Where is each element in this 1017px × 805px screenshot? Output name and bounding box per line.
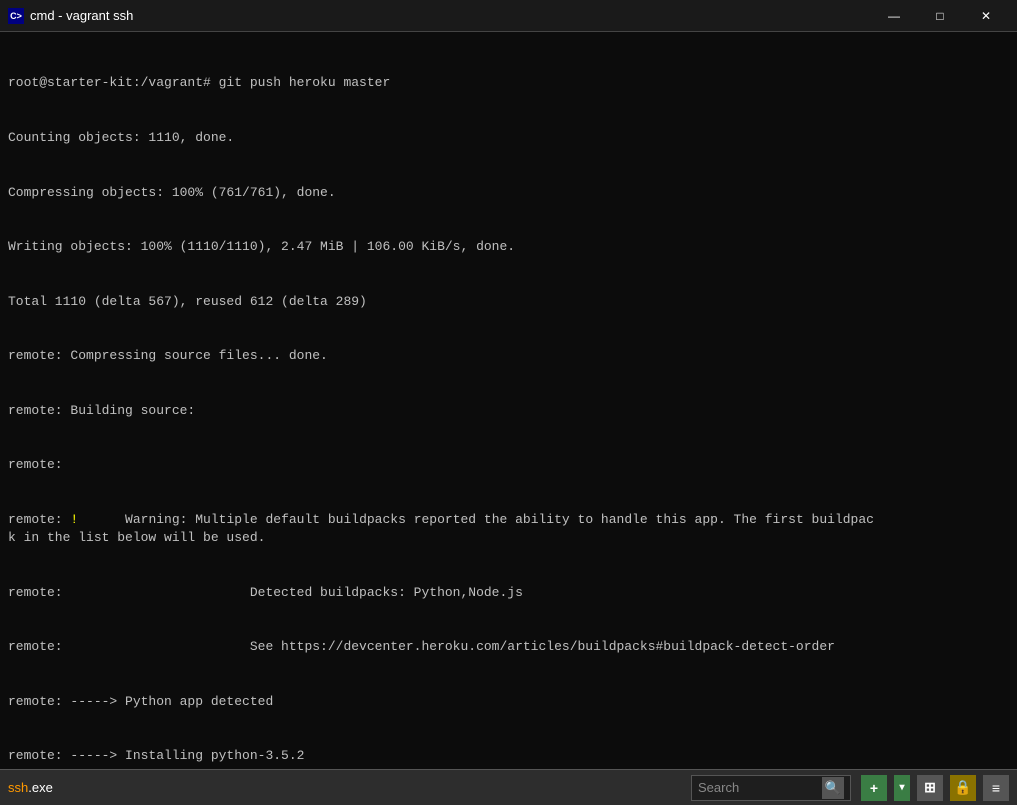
terminal-line: remote: Detected buildpacks: Python,Node… (8, 584, 1009, 602)
window-icon: C> (8, 8, 24, 24)
terminal-line: remote: Compressing source files... done… (8, 347, 1009, 365)
search-icon-button[interactable]: 🔍 (822, 777, 844, 799)
restore-button[interactable]: □ (917, 0, 963, 32)
terminal-line: Compressing objects: 100% (761/761), don… (8, 184, 1009, 202)
status-bar: ssh.exe 🔍 + ▾ ⊞ 🔒 ≡ (0, 769, 1017, 805)
window-controls: — □ ✕ (871, 0, 1009, 32)
dropdown-button[interactable]: ▾ (894, 775, 910, 801)
menu-button[interactable]: ≡ (983, 775, 1009, 801)
terminal-line: Total 1110 (delta 567), reused 612 (delt… (8, 293, 1009, 311)
search-input[interactable] (698, 780, 818, 795)
terminal-line: Counting objects: 1110, done. (8, 129, 1009, 147)
add-session-button[interactable]: + (861, 775, 887, 801)
terminal-line: Writing objects: 100% (1110/1110), 2.47 … (8, 238, 1009, 256)
terminal-line: remote: -----> Python app detected (8, 693, 1009, 711)
title-bar: C> cmd - vagrant ssh — □ ✕ (0, 0, 1017, 32)
search-box[interactable]: 🔍 (691, 775, 851, 801)
terminal-line: root@starter-kit:/vagrant# git push hero… (8, 74, 1009, 92)
lock-button[interactable]: 🔒 (950, 775, 976, 801)
terminal-line: remote: Building source: (8, 402, 1009, 420)
window-title: cmd - vagrant ssh (30, 8, 871, 23)
terminal-output: root@starter-kit:/vagrant# git push hero… (0, 32, 1017, 769)
close-button[interactable]: ✕ (963, 0, 1009, 32)
grid-view-button[interactable]: ⊞ (917, 775, 943, 801)
minimize-button[interactable]: — (871, 0, 917, 32)
terminal-line: remote: See https://devcenter.heroku.com… (8, 638, 1009, 656)
terminal-line: remote: (8, 456, 1009, 474)
status-exe-label: ssh.exe (8, 780, 53, 795)
terminal-line: remote: -----> Installing python-3.5.2 (8, 747, 1009, 765)
status-icons: + ▾ ⊞ 🔒 ≡ (857, 775, 1009, 801)
terminal-line: remote: ! Warning: Multiple default buil… (8, 511, 1009, 547)
